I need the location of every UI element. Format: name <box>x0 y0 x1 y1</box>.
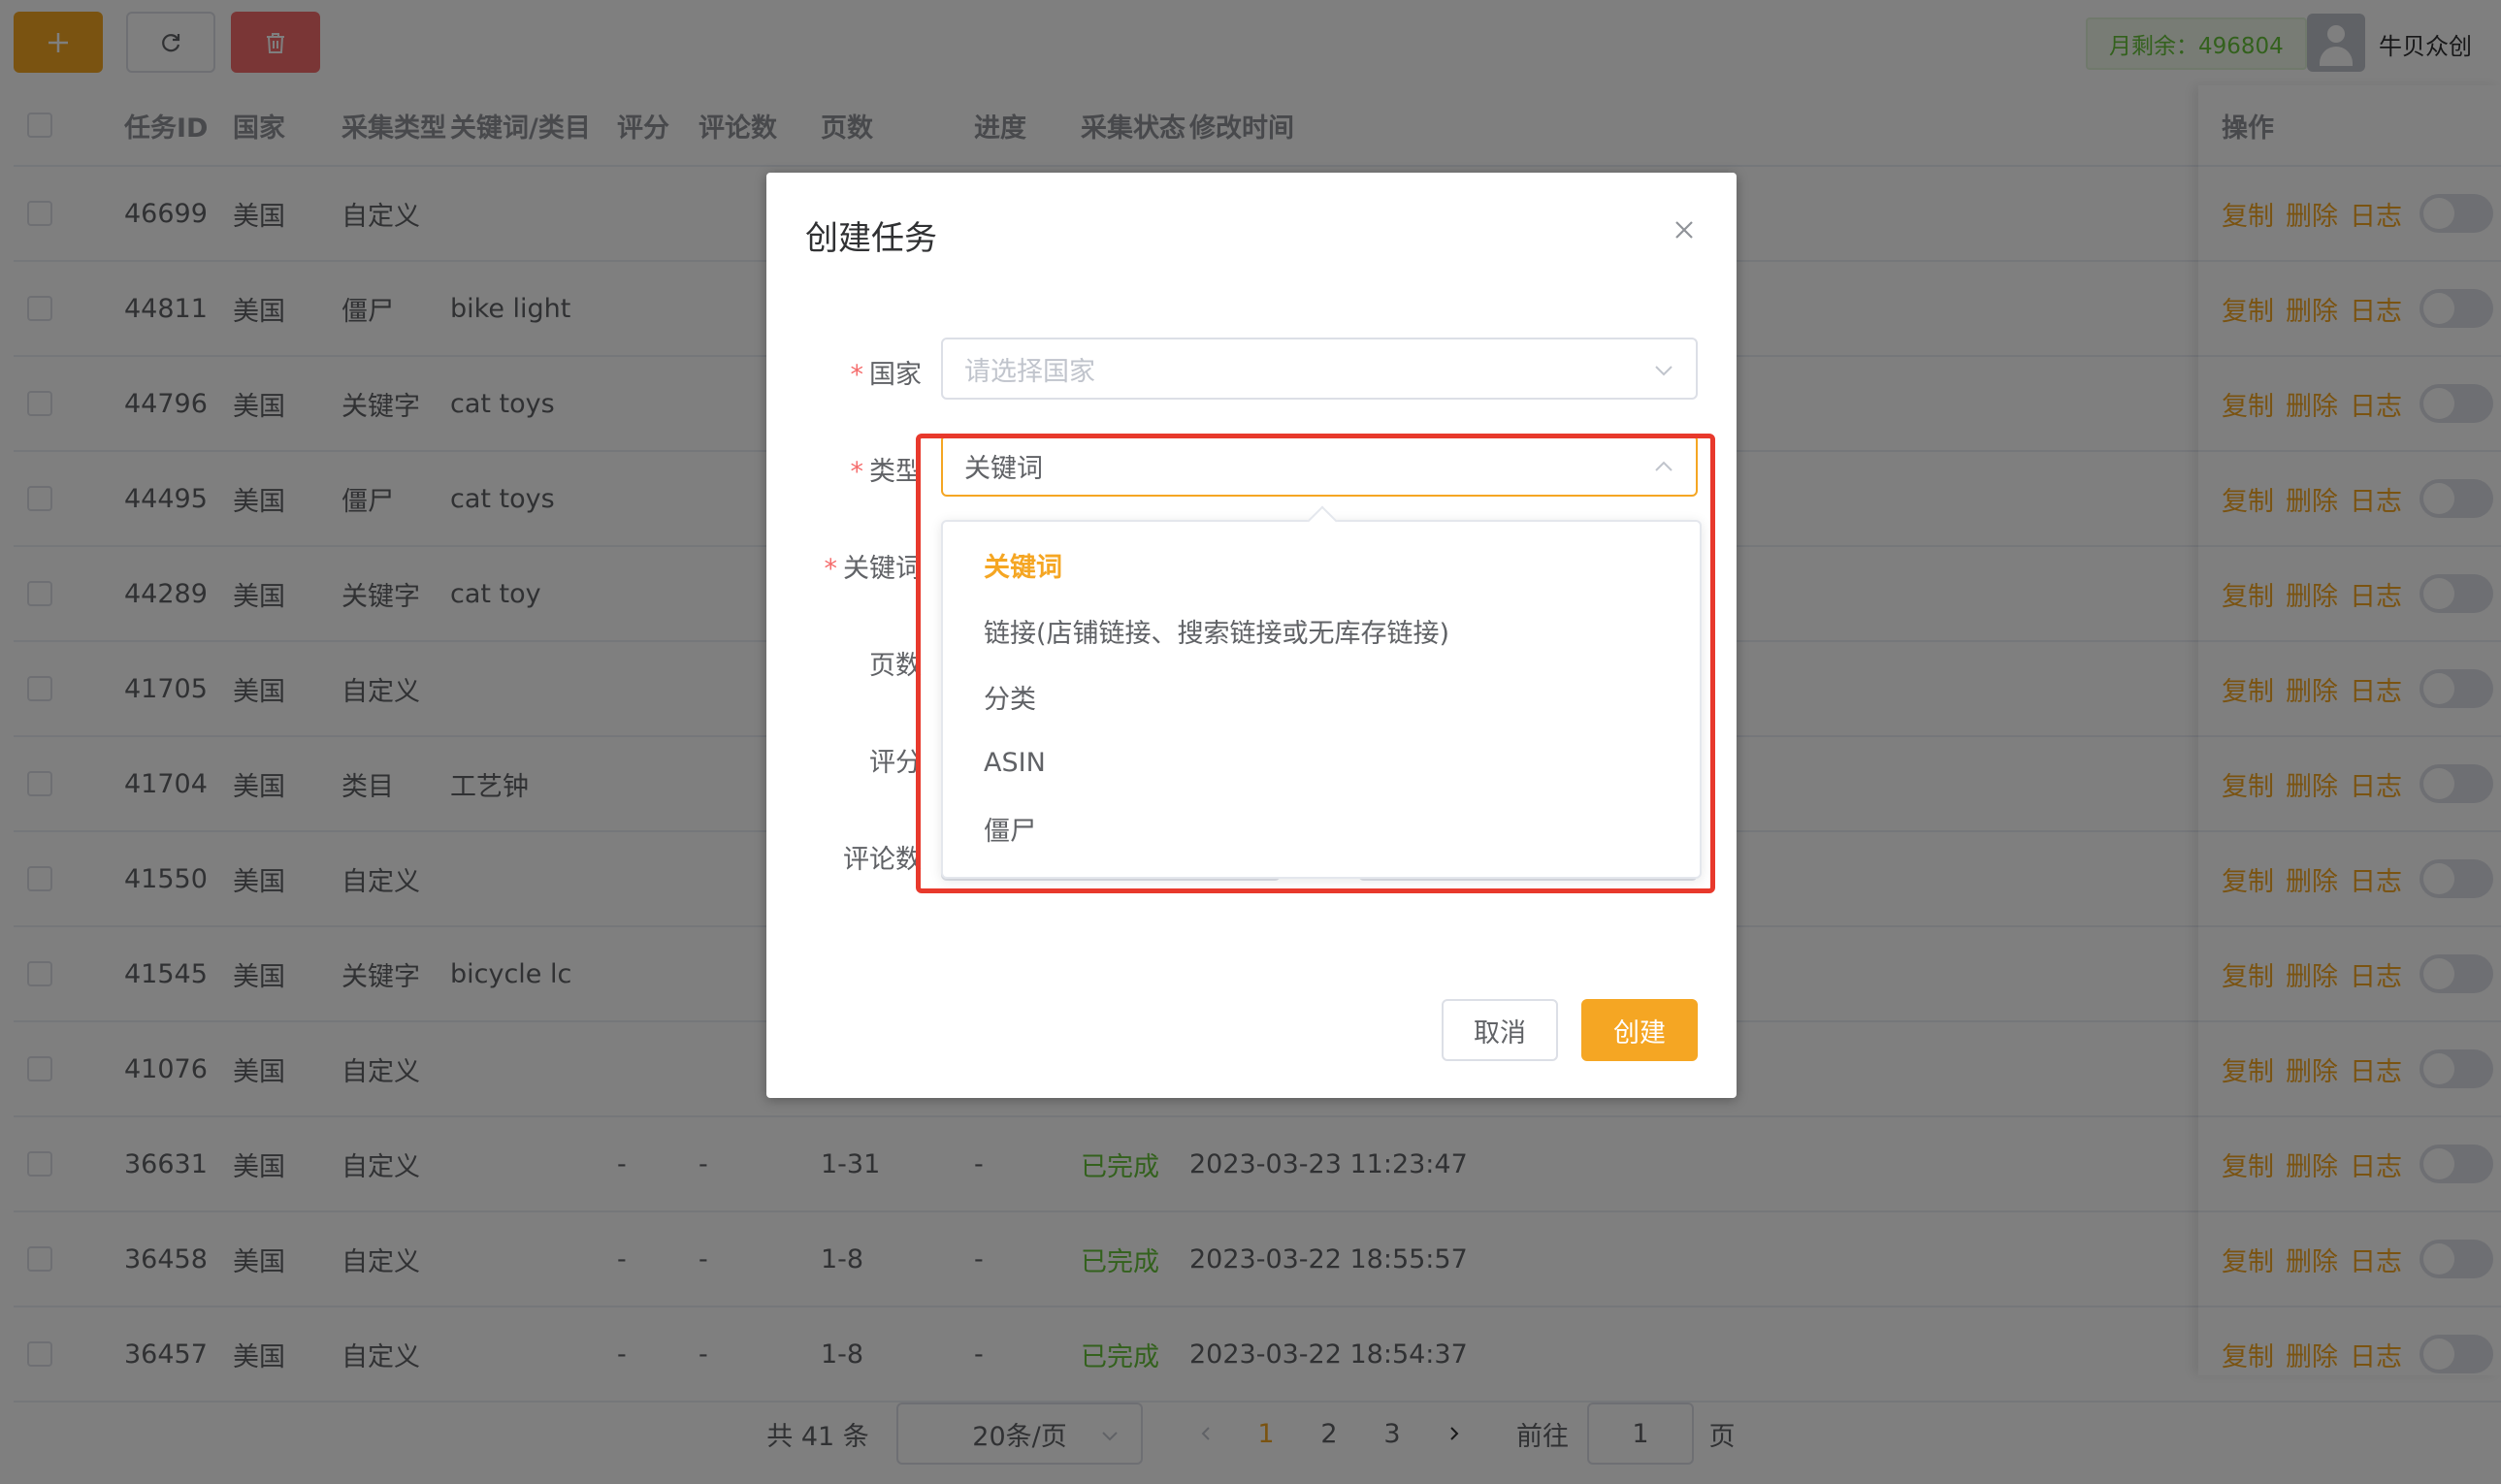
rating-label: 评分 <box>869 748 922 778</box>
create-button[interactable]: 创建 <box>1581 999 1698 1061</box>
annotation-highlight <box>916 434 1715 893</box>
keyword-label: * 关键词 <box>824 554 923 584</box>
country-placeholder: 请选择国家 <box>964 356 1095 387</box>
dialog-title: 创建任务 <box>805 219 937 258</box>
chevron-down-icon <box>1655 366 1673 376</box>
country-label: * 国家 <box>850 360 923 390</box>
country-select[interactable]: 请选择国家 <box>941 338 1698 400</box>
reviews-label: 评论数 <box>843 845 922 875</box>
pages-label: 页数 <box>869 651 922 681</box>
cancel-button[interactable]: 取消 <box>1442 999 1558 1061</box>
type-label: * 类型 <box>850 457 923 487</box>
close-icon <box>1675 221 1693 239</box>
close-button[interactable] <box>1667 213 1702 248</box>
